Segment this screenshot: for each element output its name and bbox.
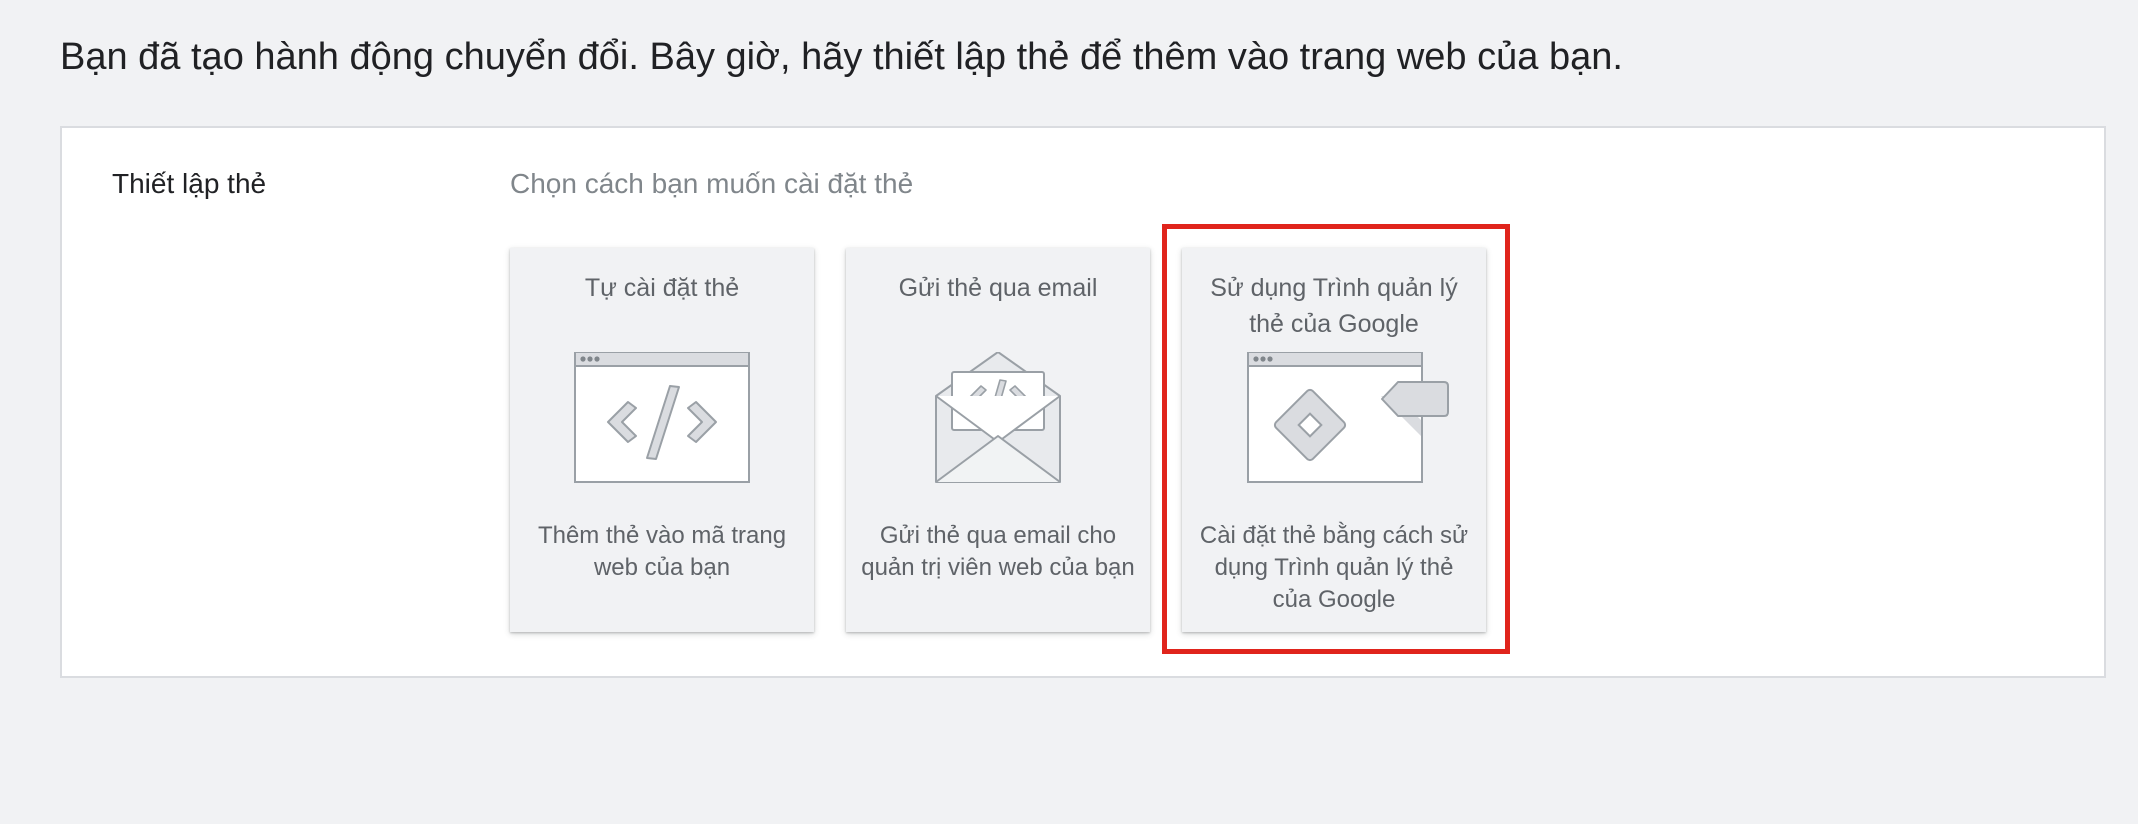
card-title: Gửi thẻ qua email [898,274,1098,302]
card-description: Thêm thẻ vào mã trang web của bạn [537,522,787,581]
card-title: Sử dụng Trình quản lý thẻ của Google [1210,274,1458,338]
install-tag-yourself-card[interactable]: Tự cài đặt thẻ Thêm thẻ vào mã trang web… [510,248,814,632]
google-tag-manager-icon [1247,352,1449,483]
section-label: Thiết lập thẻ [112,168,267,199]
browser-code-icon [574,352,750,483]
tag-setup-panel: Thiết lập thẻ Chọn cách bạn muốn cài đặt… [60,126,2106,678]
email-code-icon [935,352,1061,483]
page-heading: Bạn đã tạo hành động chuyển đổi. Bây giờ… [60,36,1623,78]
card-description: Gửi thẻ qua email cho quản trị viên web … [861,522,1135,581]
email-tag-card[interactable]: Gửi thẻ qua email Gửi thẻ qua email cho … [846,248,1150,632]
section-prompt: Chọn cách bạn muốn cài đặt thẻ [510,168,914,199]
card-description: Cài đặt thẻ bằng cách sử dụng Trình quản… [1199,522,1469,613]
google-tag-manager-card[interactable]: Sử dụng Trình quản lý thẻ của Google Cài… [1182,248,1486,632]
card-title: Tự cài đặt thẻ [584,274,740,302]
